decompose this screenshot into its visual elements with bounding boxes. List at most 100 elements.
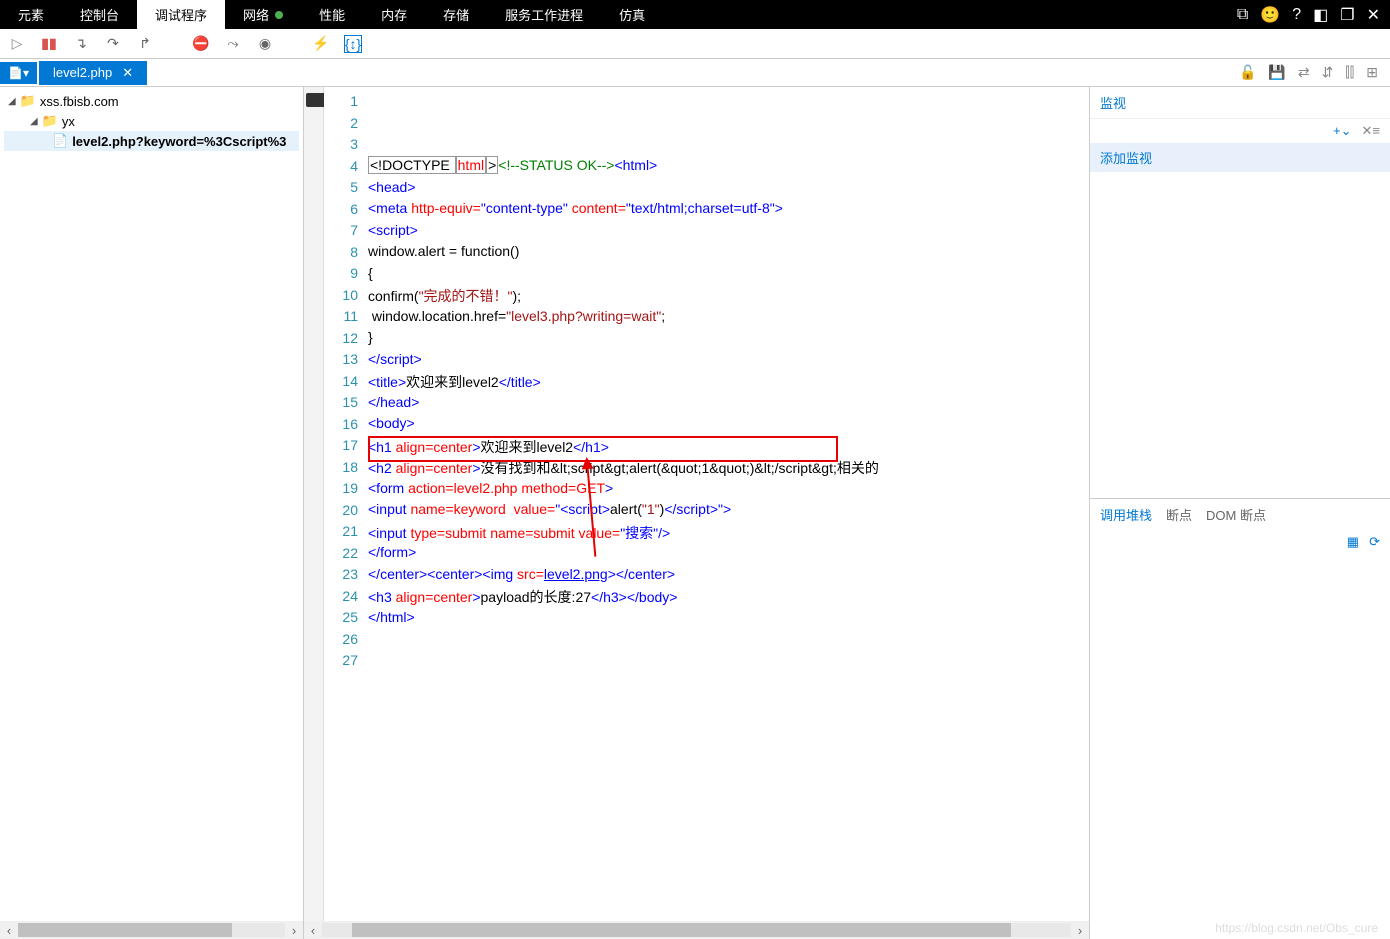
- tree-file-label: level2.php?keyword=%3Cscript%3: [72, 134, 286, 149]
- folder-icon: 📁: [20, 93, 36, 109]
- devtools-tab-1[interactable]: 控制台: [62, 0, 137, 29]
- code-line-26[interactable]: [368, 695, 1089, 717]
- frame-icon[interactable]: ▦: [1347, 534, 1359, 550]
- console-icon[interactable]: ⧉: [1237, 6, 1248, 24]
- file-picker-button[interactable]: 📄▾: [0, 62, 37, 84]
- disconnect-icon[interactable]: ⚡: [312, 35, 330, 53]
- step-out-icon[interactable]: ↱: [136, 35, 154, 53]
- debug-toolbar: ▷ ▮▮ ↴ ↷ ↱ ⛔ ⤳ ◉ ⚡ {↕}: [0, 29, 1390, 59]
- save-icon[interactable]: 💾: [1268, 64, 1285, 81]
- annotation-highlight-box: [368, 436, 838, 462]
- step-over-icon[interactable]: ↷: [104, 35, 122, 53]
- code-line-9[interactable]: }: [368, 329, 1089, 351]
- tree-folder-label: yx: [62, 114, 75, 129]
- async-icon[interactable]: ⟳: [1369, 534, 1380, 550]
- code-line-21[interactable]: <h3 align=center>payload的长度:27</h3></bod…: [368, 587, 1089, 609]
- devtools-tab-0[interactable]: 元素: [0, 0, 62, 29]
- tree-root-label: xss.fbisb.com: [40, 94, 119, 109]
- emoji-icon[interactable]: 🙂: [1260, 5, 1280, 25]
- file-tab-bar: 📄▾ level2.php ✕ 🔓 💾 ⇄ ⇵ ⫿⫿ ⊞: [0, 59, 1390, 87]
- step-into-icon[interactable]: ↴: [72, 35, 90, 53]
- clear-watch-icon[interactable]: ✕≡: [1362, 123, 1380, 139]
- callstack-panel: 调用堆栈断点 DOM 断点 ▦ ⟳: [1090, 499, 1390, 939]
- scroll-left-icon[interactable]: ‹: [0, 923, 18, 938]
- devtools-tab-3[interactable]: 网络: [225, 0, 301, 29]
- stack-tab-1[interactable]: 断点: [1166, 505, 1192, 524]
- add-watch-input[interactable]: 添加监视: [1090, 143, 1390, 172]
- devtools-tab-7[interactable]: 服务工作进程: [487, 0, 601, 29]
- scroll-left-icon[interactable]: ‹: [304, 923, 322, 938]
- devtools-tab-8[interactable]: 仿真: [601, 0, 663, 29]
- devtools-tabs: 元素控制台调试程序网络性能内存存储服务工作进程仿真 ⧉ 🙂 ? ◧ ❐ ✕: [0, 0, 1390, 29]
- code-line-12[interactable]: </head>: [368, 394, 1089, 416]
- tree-scrollbar[interactable]: ‹ ›: [0, 921, 303, 939]
- code-line-20[interactable]: </center><center><img src=level2.png></c…: [368, 566, 1089, 588]
- devtools-tab-5[interactable]: 内存: [363, 0, 425, 29]
- file-tab-label: level2.php: [53, 65, 112, 80]
- exceptions-icon[interactable]: ⤳: [224, 35, 242, 53]
- break-new-worker-icon[interactable]: ⛔: [192, 35, 210, 53]
- code-line-3[interactable]: <meta http-equiv="content-type" content=…: [368, 200, 1089, 222]
- code-line-6[interactable]: {: [368, 265, 1089, 287]
- tree-root[interactable]: ◢ 📁 xss.fbisb.com: [4, 91, 299, 111]
- code-line-17[interactable]: <input name=keyword value="<script>alert…: [368, 501, 1089, 523]
- code-line-27[interactable]: [368, 716, 1089, 738]
- code-scrollbar[interactable]: ‹ ›: [304, 921, 1089, 939]
- devtools-tab-4[interactable]: 性能: [301, 0, 363, 29]
- scroll-right-icon[interactable]: ›: [1071, 923, 1089, 938]
- code-content[interactable]: <!DOCTYPE html><!--STATUS OK--><html><he…: [368, 87, 1089, 939]
- code-line-25[interactable]: [368, 673, 1089, 695]
- devtools-tab-2[interactable]: 调试程序: [137, 0, 225, 29]
- code-line-16[interactable]: <form action=level2.php method=GET>: [368, 480, 1089, 502]
- scroll-right-icon[interactable]: ›: [285, 923, 303, 938]
- continue-icon[interactable]: ▷: [8, 35, 26, 53]
- code-line-7[interactable]: confirm("完成的不错！");: [368, 286, 1089, 308]
- pretty-print-icon[interactable]: 🔓: [1239, 64, 1256, 81]
- open-file-tab[interactable]: level2.php ✕: [39, 61, 147, 85]
- code-line-1[interactable]: <!DOCTYPE html><!--STATUS OK--><html>: [368, 157, 1089, 179]
- callstack-tabs: 调用堆栈断点 DOM 断点: [1090, 499, 1390, 530]
- watermark-text: https://blog.csdn.net/Obs_cure: [1215, 921, 1378, 935]
- editor-actions: 🔓 💾 ⇄ ⇵ ⫿⫿ ⊞: [1239, 64, 1390, 81]
- code-line-2[interactable]: <head>: [368, 179, 1089, 201]
- code-line-4[interactable]: <script>: [368, 222, 1089, 244]
- code-line-11[interactable]: <title>欢迎来到level2</title>: [368, 372, 1089, 394]
- file-tree-panel: ◢ 📁 xss.fbisb.com ◢ 📁 yx 📄 level2.php?ke…: [0, 87, 304, 939]
- line-number-gutter: 1234567891011121314151617181920212223242…: [324, 87, 368, 939]
- close-tab-icon[interactable]: ✕: [122, 65, 133, 81]
- code-line-23[interactable]: [368, 630, 1089, 652]
- right-sidebar: 监视 +⌄ ✕≡ 添加监视 调用堆栈断点 DOM 断点 ▦ ⟳ https://b…: [1090, 87, 1390, 939]
- devtools-tab-6[interactable]: 存储: [425, 0, 487, 29]
- bookmark-gutter: [304, 87, 324, 939]
- code-line-8[interactable]: window.location.href="level3.php?writing…: [368, 308, 1089, 330]
- add-watch-icon[interactable]: +⌄: [1333, 123, 1351, 139]
- pause-icon[interactable]: ▮▮: [40, 35, 58, 53]
- top-right-controls: ⧉ 🙂 ? ◧ ❐ ✕: [1237, 0, 1390, 29]
- compare-icon[interactable]: ⇵: [1322, 64, 1334, 81]
- code-line-22[interactable]: </html>: [368, 609, 1089, 631]
- expand-icon: ◢: [30, 116, 38, 127]
- tree-folder[interactable]: ◢ 📁 yx: [4, 111, 299, 131]
- expand-icon: ◢: [8, 96, 16, 107]
- file-icon: 📄: [52, 133, 68, 149]
- watch-panel: 监视 +⌄ ✕≡ 添加监视: [1090, 87, 1390, 499]
- stack-tab-0[interactable]: 调用堆栈: [1100, 505, 1152, 524]
- breakpoint-icon[interactable]: ◉: [256, 35, 274, 53]
- dock-icon[interactable]: ◧: [1313, 5, 1328, 25]
- code-line-5[interactable]: window.alert = function(): [368, 243, 1089, 265]
- source-map-icon[interactable]: ⊞: [1366, 64, 1378, 81]
- code-line-10[interactable]: </script>: [368, 351, 1089, 373]
- code-line-13[interactable]: <body>: [368, 415, 1089, 437]
- code-line-19[interactable]: </form>: [368, 544, 1089, 566]
- code-line-24[interactable]: [368, 652, 1089, 674]
- code-line-18[interactable]: <input type=submit name=submit value="搜索…: [368, 523, 1089, 545]
- close-icon[interactable]: ✕: [1367, 5, 1380, 25]
- code-editor[interactable]: 1234567891011121314151617181920212223242…: [304, 87, 1090, 939]
- tree-file-selected[interactable]: 📄 level2.php?keyword=%3Cscript%3: [4, 131, 299, 151]
- just-my-code-icon[interactable]: {↕}: [344, 35, 362, 53]
- help-icon[interactable]: ?: [1292, 6, 1301, 24]
- restore-icon[interactable]: ❐: [1340, 5, 1354, 25]
- library-icon[interactable]: ⫿⫿: [1345, 64, 1354, 81]
- stack-tab-2[interactable]: DOM 断点: [1206, 505, 1266, 524]
- word-wrap-icon[interactable]: ⇄: [1298, 64, 1310, 81]
